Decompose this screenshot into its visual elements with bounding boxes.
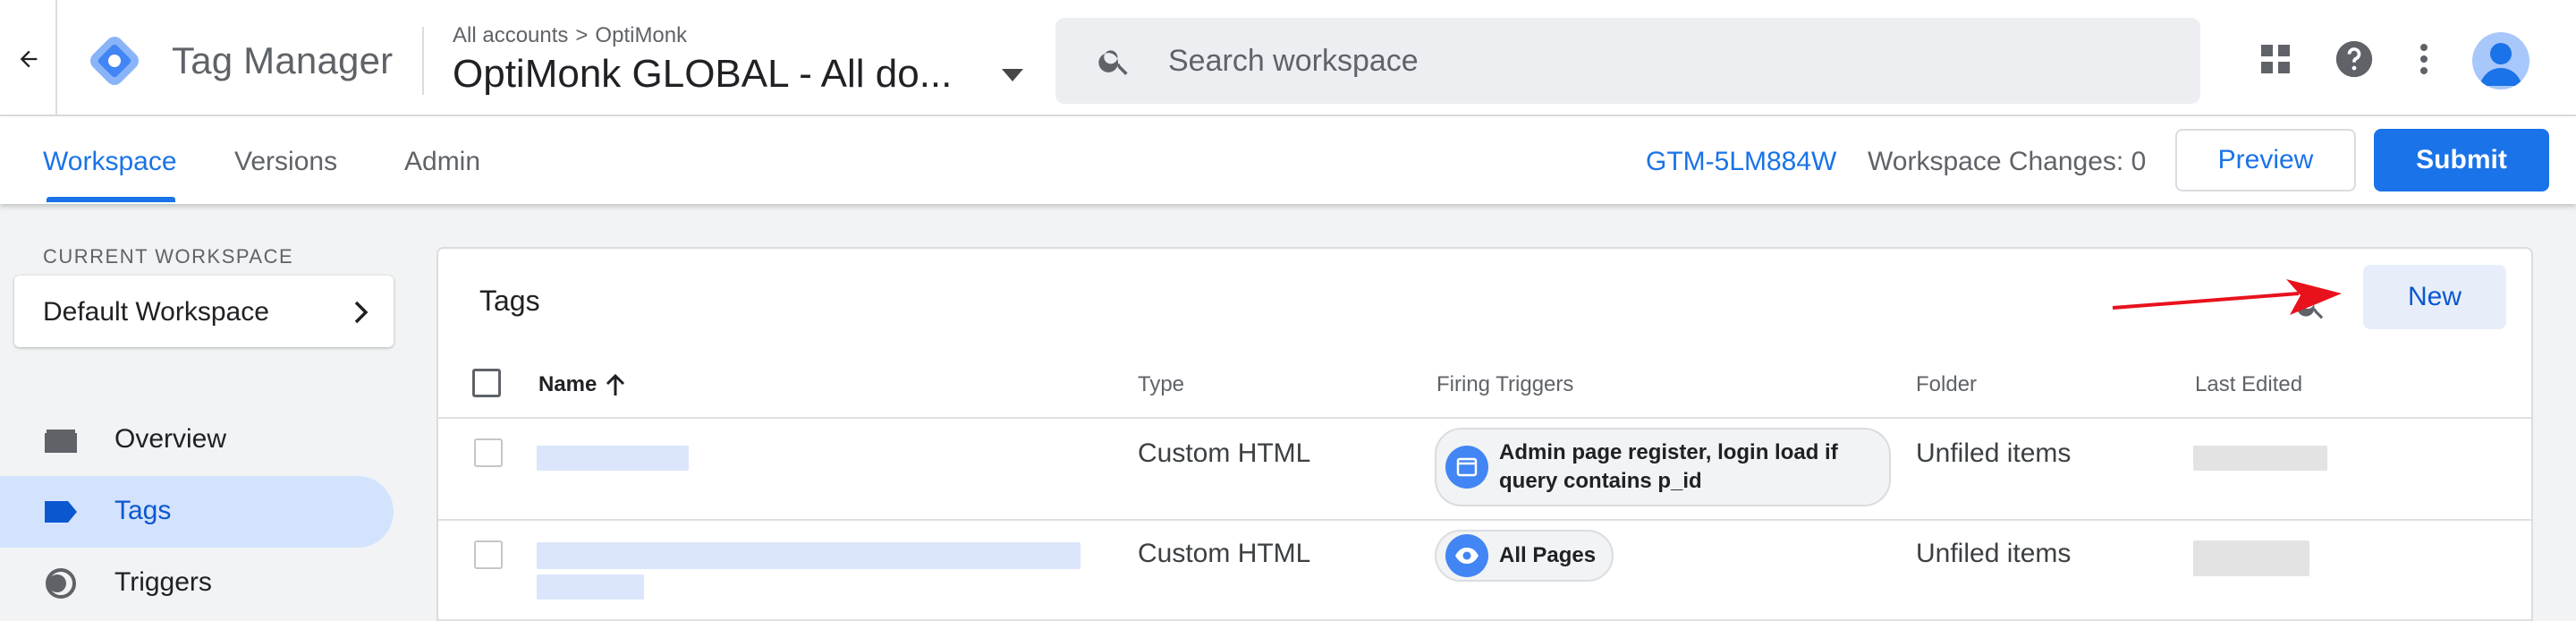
- tag-type: Custom HTML: [1138, 539, 1311, 568]
- column-header-last-edited[interactable]: Last Edited: [2195, 372, 2302, 397]
- trigger-label: All Pages: [1499, 543, 1597, 567]
- divider: [55, 0, 57, 116]
- tab-admin[interactable]: Admin: [404, 147, 480, 177]
- trigger-icon: [46, 568, 76, 599]
- chevron-down-icon[interactable]: [995, 64, 1030, 86]
- divider: [438, 519, 2531, 521]
- chevron-right-icon: [354, 301, 369, 324]
- column-header-type[interactable]: Type: [1138, 372, 1184, 397]
- last-edited-redacted: [2193, 446, 2327, 471]
- container-id-link[interactable]: GTM-5LM884W: [1646, 147, 1836, 177]
- row-checkbox[interactable]: [474, 540, 503, 569]
- tag-icon: [45, 501, 77, 523]
- column-header-folder[interactable]: Folder: [1916, 372, 1977, 397]
- tag-name-redacted[interactable]: [537, 446, 689, 471]
- sidebar-item-label: Overview: [114, 424, 227, 454]
- sidebar-item-label: Triggers: [114, 567, 212, 597]
- tag-type: Custom HTML: [1138, 438, 1311, 468]
- preview-button[interactable]: Preview: [2175, 129, 2356, 191]
- container-selector[interactable]: OptiMonk GLOBAL - All do...: [453, 52, 952, 97]
- tag-name-redacted[interactable]: [537, 542, 1080, 569]
- workspace-changes-count: Workspace Changes: 0: [1868, 147, 2147, 176]
- column-header-name[interactable]: Name: [538, 372, 625, 397]
- divider: [438, 417, 2531, 419]
- breadcrumb-account[interactable]: All accounts: [453, 23, 568, 48]
- search-bar[interactable]: [1055, 18, 2200, 104]
- divider: [422, 27, 424, 95]
- search-icon: [1098, 50, 1128, 75]
- sidebar-item-triggers[interactable]: Triggers: [0, 548, 394, 619]
- arrow-up-icon: [606, 374, 625, 396]
- tag-name-redacted[interactable]: [537, 574, 644, 600]
- folder: Unfiled items: [1916, 438, 2072, 468]
- trigger-chip[interactable]: All Pages: [1435, 530, 1614, 582]
- more-vert-icon[interactable]: [2399, 34, 2449, 84]
- breadcrumb[interactable]: All accounts > OptiMonk: [453, 23, 687, 48]
- trigger-label: Admin page register, login load if query…: [1499, 440, 1838, 493]
- breadcrumb-container[interactable]: OptiMonk: [595, 23, 687, 48]
- workspace-name: Default Workspace: [43, 297, 269, 327]
- account-avatar-icon[interactable]: [2472, 32, 2529, 89]
- top-app-bar: Tag Manager All accounts > OptiMonk Opti…: [0, 0, 2576, 116]
- submit-button[interactable]: Submit: [2374, 129, 2549, 191]
- active-tab-indicator: [47, 197, 175, 202]
- new-tag-button[interactable]: New: [2363, 265, 2506, 329]
- annotation-arrow-icon: [2112, 279, 2342, 315]
- help-icon[interactable]: [2329, 34, 2379, 84]
- workspace-selector[interactable]: Default Workspace: [14, 276, 394, 347]
- product-name: Tag Manager: [172, 39, 394, 81]
- search-input[interactable]: [1168, 39, 2152, 82]
- tab-workspace[interactable]: Workspace: [43, 147, 177, 177]
- sidebar-item-label: Tags: [114, 496, 172, 525]
- column-header-label: Name: [538, 372, 597, 396]
- column-header-triggers[interactable]: Firing Triggers: [1436, 372, 1573, 397]
- sidebar-item-tags[interactable]: Tags: [0, 476, 394, 548]
- sidebar-item-overview[interactable]: Overview: [0, 404, 394, 476]
- folder: Unfiled items: [1916, 539, 2072, 568]
- apps-grid-icon[interactable]: [2250, 34, 2301, 84]
- row-checkbox[interactable]: [474, 438, 503, 467]
- select-all-checkbox[interactable]: [472, 369, 501, 397]
- last-edited-redacted: [2193, 540, 2309, 576]
- window-icon: [1445, 446, 1488, 489]
- briefcase-icon: [45, 430, 77, 453]
- trigger-chip[interactable]: Admin page register, login load if query…: [1435, 428, 1891, 506]
- arrow-left-icon: [20, 50, 38, 68]
- current-workspace-caption: CURRENT WORKSPACE: [43, 245, 294, 268]
- workspace-nav-bar: Workspace Versions Admin GTM-5LM884W Wor…: [0, 116, 2576, 204]
- tag-manager-logo-icon: [86, 32, 143, 89]
- panel-title: Tags: [479, 285, 540, 317]
- breadcrumb-separator: >: [575, 23, 589, 47]
- back-button[interactable]: [7, 32, 50, 86]
- eye-icon: [1445, 534, 1488, 577]
- tab-versions[interactable]: Versions: [234, 147, 337, 177]
